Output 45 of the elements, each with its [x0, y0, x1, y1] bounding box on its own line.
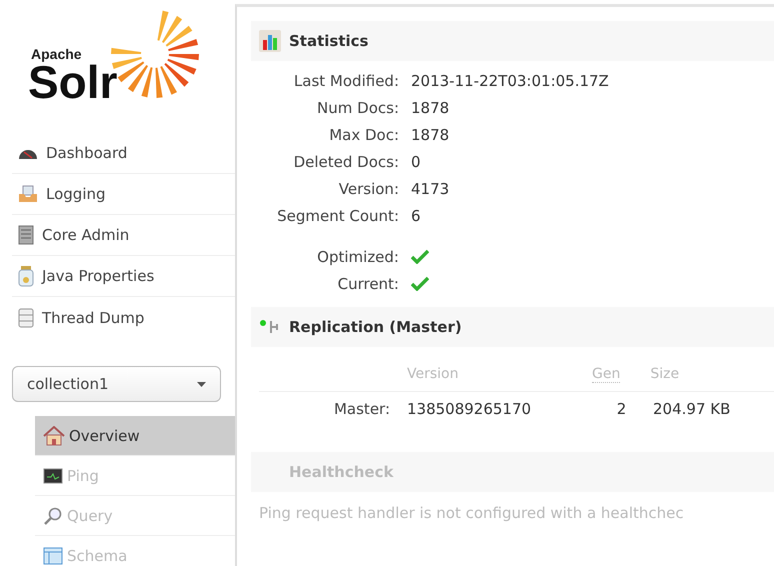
jar-icon: [18, 265, 34, 287]
nav-item[interactable]: Dashboard: [12, 133, 235, 174]
logo-small-text: Apache: [30, 46, 83, 62]
stat-value: 1878: [411, 98, 450, 116]
row-label: Master:: [332, 400, 390, 418]
house-icon: [43, 426, 65, 446]
stat-label: Num Docs:: [316, 98, 399, 116]
core-select[interactable]: collection1: [12, 366, 221, 402]
stat-label: Max Doc:: [328, 126, 399, 144]
stat-label: Last Modified:: [292, 72, 399, 90]
stat-label: Segment Count:: [276, 206, 399, 224]
section-title: Statistics: [289, 32, 368, 50]
stat-value: 2013-11-22T03:01:05.17Z: [411, 72, 609, 90]
core-nav-item[interactable]: Overview: [35, 416, 235, 456]
table-cell: 204.97 KB: [653, 400, 730, 418]
nav-item[interactable]: Logging: [12, 174, 235, 215]
stat-label: Deleted Docs:: [292, 152, 399, 170]
stack-icon: [18, 308, 34, 328]
window-icon: [43, 546, 63, 564]
nav-item[interactable]: Java Properties: [12, 256, 235, 297]
table-cell-text: 1385089265170: [407, 400, 532, 418]
nav-item[interactable]: Core Admin: [12, 215, 235, 256]
bar-chart-icon: [259, 30, 281, 52]
section-title: Replication (Master): [289, 318, 462, 336]
stat-value: 0: [411, 152, 421, 170]
stat-value: 1878: [411, 126, 450, 144]
caret-icon: [197, 382, 206, 386]
stat-value: 4173: [411, 180, 450, 198]
stat-label: Current:: [336, 274, 399, 292]
search-icon: [43, 506, 63, 524]
stat-value: 6: [411, 206, 421, 224]
inbox-icon: [18, 185, 38, 203]
column-header: Version: [407, 366, 460, 382]
network-icon: [259, 318, 281, 336]
nav-item[interactable]: Thread Dump: [12, 297, 235, 338]
column-header: Gen: [592, 366, 620, 382]
logo-wordmark: Solr: [28, 62, 118, 102]
stat-label: Optimized:: [316, 248, 399, 266]
monitor-icon: [43, 468, 63, 484]
server-icon: [18, 225, 34, 245]
column-header: Size: [650, 366, 680, 382]
section-title: Healthcheck: [289, 463, 394, 481]
stat-label: Version:: [338, 180, 399, 198]
table-cell-text: 2: [616, 400, 628, 418]
status-message: Ping request handler is not configured with a healthchec: [258, 503, 685, 522]
